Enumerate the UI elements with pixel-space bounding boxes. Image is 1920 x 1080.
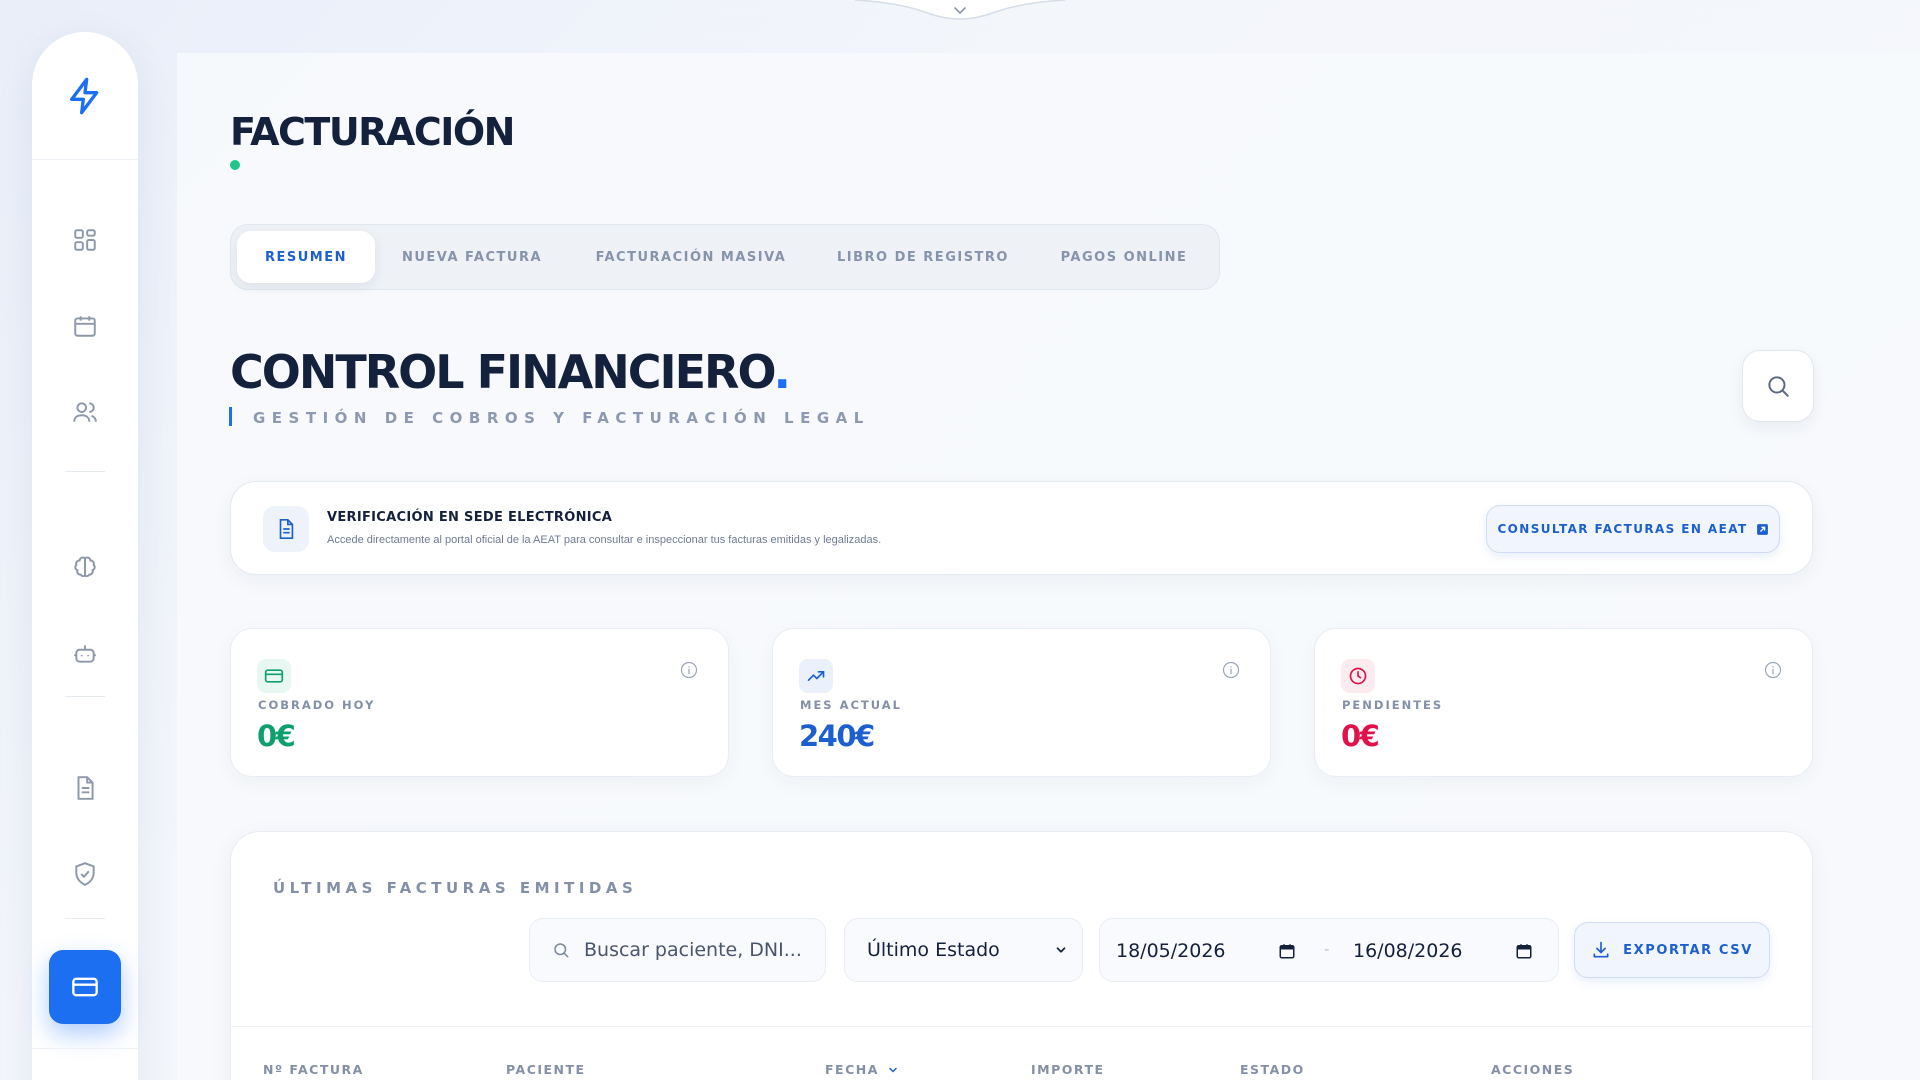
column-header-invoice-number[interactable]: Nº FACTURA: [263, 1062, 364, 1077]
sidebar-item-bot[interactable]: [61, 629, 109, 677]
sidebar-item-documents[interactable]: [61, 764, 109, 812]
column-header-amount[interactable]: IMPORTE: [1031, 1062, 1105, 1077]
section-title-text: CONTROL FINANCIERO: [230, 345, 776, 399]
brain-icon: [74, 556, 96, 578]
calendar-icon: [1279, 944, 1295, 959]
tab-resumen[interactable]: RESUMEN: [237, 231, 375, 283]
invoice-search-input[interactable]: [584, 939, 804, 961]
date-to-field[interactable]: 16/08/2026: [1353, 919, 1533, 983]
chevron-down-icon: [1056, 947, 1066, 953]
info-icon[interactable]: [680, 661, 698, 684]
sidebar-logo[interactable]: [32, 32, 138, 160]
shield-check-icon: [75, 862, 95, 886]
dashboard-grid-icon: [74, 229, 96, 251]
sidebar-item-security[interactable]: [61, 850, 109, 898]
title-status-dot: [230, 160, 240, 170]
top-dropdown-handle[interactable]: [855, 0, 1065, 24]
stat-label: MES ACTUAL: [800, 698, 902, 712]
document-icon: [279, 519, 294, 539]
column-header-patient[interactable]: PACIENTE: [506, 1062, 586, 1077]
stat-label: PENDIENTES: [1342, 698, 1444, 712]
tab-nueva-factura[interactable]: NUEVA FACTURA: [375, 231, 569, 283]
document-icon: [77, 776, 94, 800]
sort-chevron-down-icon: [889, 1067, 897, 1072]
consult-aeat-button[interactable]: CONSULTAR FACTURAS EN AEAT: [1486, 505, 1780, 553]
section-title: CONTROL FINANCIERO.: [230, 345, 792, 399]
recent-invoices-panel: ÚLTIMAS FACTURAS EMITIDAS Último Estado …: [230, 831, 1814, 1080]
stat-card-mes-actual: MES ACTUAL 240€: [772, 628, 1271, 777]
tab-pagos-online[interactable]: PAGOS ONLINE: [1033, 231, 1215, 283]
status-filter-select[interactable]: Último Estado: [844, 918, 1083, 982]
sidebar: [32, 32, 138, 1080]
stat-value: 0€: [1341, 719, 1380, 753]
global-search-button[interactable]: [1742, 350, 1814, 422]
info-icon[interactable]: [1764, 661, 1782, 684]
card-icon-wrap: [1341, 659, 1375, 693]
date-range-separator: -: [1324, 941, 1330, 958]
invoice-search-field[interactable]: [529, 918, 826, 982]
stat-value: 240€: [799, 719, 875, 753]
chevron-down-icon: [855, 0, 1065, 20]
search-icon: [554, 943, 569, 958]
export-csv-button[interactable]: EXPORTAR CSV: [1574, 922, 1770, 978]
tab-facturacion-masiva[interactable]: FACTURACIÓN MASIVA: [569, 231, 813, 283]
sidebar-item-ai[interactable]: [61, 543, 109, 591]
banner-title: VERIFICACIÓN EN SEDE ELECTRÓNICA: [327, 510, 613, 525]
consult-aeat-label: CONSULTAR FACTURAS EN AEAT: [1497, 522, 1748, 536]
stat-value: 0€: [257, 719, 296, 753]
banner-document-icon: [263, 506, 309, 552]
external-link-icon: [1756, 523, 1768, 535]
sidebar-item-users[interactable]: [61, 388, 109, 436]
column-header-date[interactable]: FECHA: [825, 1062, 899, 1077]
date-range-filter: 18/05/2026 - 16/08/2026: [1099, 918, 1559, 982]
date-to-value: 16/08/2026: [1353, 940, 1463, 962]
sidebar-item-billing[interactable]: [49, 950, 121, 1024]
trending-up-icon: [807, 671, 825, 681]
lightning-icon: [70, 77, 99, 114]
calendar-icon: [1516, 944, 1532, 959]
section-title-dot: .: [773, 345, 792, 399]
stat-label: COBRADO HOY: [258, 698, 376, 712]
column-header-date-label: FECHA: [825, 1062, 879, 1077]
aeat-verification-banner: VERIFICACIÓN EN SEDE ELECTRÓNICA Accede …: [230, 481, 1813, 575]
date-from-value: 18/05/2026: [1116, 940, 1226, 962]
column-header-actions: ACCIONES: [1491, 1062, 1575, 1077]
section-subtitle: GESTIÓN DE COBROS Y FACTURACIÓN LEGAL: [253, 409, 870, 427]
credit-card-icon: [264, 669, 284, 683]
sidebar-item-calendar[interactable]: [61, 302, 109, 350]
users-icon: [73, 402, 97, 422]
page-title: FACTURACIÓN: [230, 110, 515, 154]
credit-card-icon: [72, 977, 98, 997]
subtitle-accent-bar: [229, 407, 232, 426]
tab-bar: RESUMEN NUEVA FACTURA FACTURACIÓN MASIVA…: [230, 224, 1220, 290]
status-filter-value: Último Estado: [867, 939, 1000, 961]
calendar-icon: [74, 316, 96, 337]
export-csv-label: EXPORTAR CSV: [1623, 942, 1753, 958]
stat-card-cobrado-hoy: COBRADO HOY 0€: [230, 628, 729, 777]
banner-description: Accede directamente al portal oficial de…: [327, 534, 882, 546]
download-icon: [1593, 941, 1609, 958]
search-icon: [1768, 376, 1789, 397]
stat-card-pendientes: PENDIENTES 0€: [1314, 628, 1813, 777]
robot-icon: [74, 645, 96, 663]
sidebar-item-dashboard[interactable]: [61, 216, 109, 264]
info-icon[interactable]: [1222, 661, 1240, 684]
clock-icon: [1349, 667, 1367, 685]
card-icon-wrap: [257, 659, 291, 693]
tab-libro-de-registro[interactable]: LIBRO DE REGISTRO: [813, 231, 1033, 283]
invoices-title: ÚLTIMAS FACTURAS EMITIDAS: [273, 879, 638, 897]
card-icon-wrap: [799, 659, 833, 693]
date-from-field[interactable]: 18/05/2026: [1116, 919, 1296, 983]
column-header-status[interactable]: ESTADO: [1240, 1062, 1305, 1077]
